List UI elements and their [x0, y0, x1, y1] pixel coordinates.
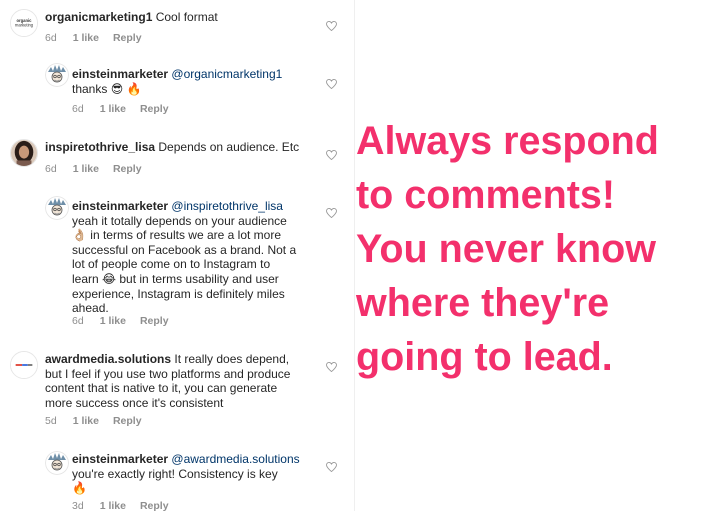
comment-text: organicmarketing1 Cool format — [45, 10, 315, 25]
username-link[interactable]: einsteinmarketer — [72, 199, 168, 213]
username-link[interactable]: einsteinmarketer — [72, 67, 168, 81]
username-link[interactable]: awardmedia.solutions — [45, 352, 171, 366]
comment-body: thanks 😎 🔥 — [72, 81, 142, 96]
annotation-text: Always respond to comments! You never kn… — [356, 114, 706, 384]
likes-count[interactable]: 1 like — [73, 32, 99, 44]
comment-line: more success once it's consistent — [45, 395, 224, 410]
comment-body: Depends on audience. Etc — [155, 140, 300, 154]
reply-button[interactable]: Reply — [140, 103, 169, 115]
comment-body: Cool format — [152, 10, 218, 24]
reply-button[interactable]: Reply — [113, 32, 142, 44]
likes-count[interactable]: 1 like — [73, 415, 99, 427]
username-link[interactable]: organicmarketing1 — [45, 10, 152, 24]
comment-meta: 6d 1 like Reply — [72, 103, 183, 115]
comment-line: 👌🏼 in terms of results we are a lot more — [72, 228, 282, 243]
comment-meta: 6d 1 like Reply — [45, 163, 156, 175]
comment-line: yeah it totally depends on your audience — [72, 213, 287, 228]
comment-body: It really does depend, — [171, 352, 290, 366]
einstein-avatar-icon — [45, 63, 69, 87]
like-heart-icon[interactable] — [326, 462, 337, 472]
reply-button[interactable]: Reply — [140, 500, 169, 512]
reply-button[interactable]: Reply — [113, 415, 142, 427]
avatar[interactable] — [45, 63, 69, 87]
comment-text: einsteinmarketer @organicmarketing1 than… — [72, 67, 322, 96]
mention-link[interactable]: @organicmarketing1 — [171, 67, 282, 81]
timestamp[interactable]: 6d — [45, 163, 57, 175]
comment-text: awardmedia.solutions It really does depe… — [45, 352, 325, 410]
likes-count[interactable]: 1 like — [100, 500, 126, 512]
annotation-line: Always respond — [356, 119, 659, 163]
mention-link[interactable]: @awardmedia.solutions — [171, 452, 299, 466]
einstein-avatar-icon — [45, 451, 69, 475]
timestamp[interactable]: 6d — [72, 315, 84, 327]
annotation-line: You never know — [356, 227, 656, 271]
comment-text: einsteinmarketer @awardmedia.solutions y… — [72, 452, 322, 496]
comment-meta: 6d 1 like Reply — [72, 315, 183, 327]
annotation-line: to comments! — [356, 173, 615, 217]
lisa-photo-icon — [11, 140, 37, 166]
avatar[interactable] — [10, 351, 38, 379]
award-media-logo-icon — [11, 352, 37, 378]
avatar[interactable]: organic marketing — [10, 9, 38, 37]
comment-text: einsteinmarketer @inspiretothrive_lisa y… — [72, 199, 322, 316]
like-heart-icon[interactable] — [326, 150, 337, 160]
mention-link[interactable]: @inspiretothrive_lisa — [171, 199, 283, 213]
timestamp[interactable]: 6d — [45, 32, 57, 44]
avatar[interactable] — [10, 139, 38, 167]
annotation-line: where they're — [356, 281, 610, 325]
username-link[interactable]: einsteinmarketer — [72, 452, 168, 466]
comment-text: inspiretothrive_lisa Depends on audience… — [45, 140, 320, 155]
comments-panel: organic marketing organicmarketing1 Cool… — [0, 0, 355, 512]
organic-marketing-logo-icon: organic marketing — [11, 10, 37, 36]
comment-line: ahead. — [72, 301, 109, 316]
svg-text:marketing: marketing — [15, 23, 34, 28]
likes-count[interactable]: 1 like — [73, 163, 99, 175]
likes-count[interactable]: 1 like — [100, 315, 126, 327]
reply-button[interactable]: Reply — [140, 315, 169, 327]
comment-line: content that is native to it, you can ge… — [45, 381, 278, 396]
comment-line: you're exactly right! Consistency is key — [72, 466, 278, 481]
comment-line: learn 😂 but in terms usability and user — [72, 271, 279, 286]
comment-line: 🔥 — [72, 481, 87, 496]
like-heart-icon[interactable] — [326, 21, 337, 31]
comment-meta: 6d 1 like Reply — [45, 32, 156, 44]
comment-meta: 3d 1 like Reply — [72, 500, 183, 512]
like-heart-icon[interactable] — [326, 79, 337, 89]
likes-count[interactable]: 1 like — [100, 103, 126, 115]
annotation-line: going to lead. — [356, 335, 613, 379]
comment-line: but I feel if you use two platforms and … — [45, 366, 291, 381]
avatar[interactable] — [45, 451, 69, 475]
comment-line: successful on Facebook as a brand. Not a — [72, 242, 297, 257]
timestamp[interactable]: 5d — [45, 415, 57, 427]
einstein-avatar-icon — [45, 196, 69, 220]
reply-button[interactable]: Reply — [113, 163, 142, 175]
like-heart-icon[interactable] — [326, 208, 337, 218]
timestamp[interactable]: 6d — [72, 103, 84, 115]
avatar[interactable] — [45, 196, 69, 220]
comment-line: lot of people come on to Instagram to — [72, 257, 271, 272]
like-heart-icon[interactable] — [326, 362, 337, 372]
timestamp[interactable]: 3d — [72, 500, 84, 512]
username-link[interactable]: inspiretothrive_lisa — [45, 140, 155, 154]
comment-meta: 5d 1 like Reply — [45, 415, 156, 427]
comment-line: experience, Instagram is definitely mile… — [72, 286, 285, 301]
